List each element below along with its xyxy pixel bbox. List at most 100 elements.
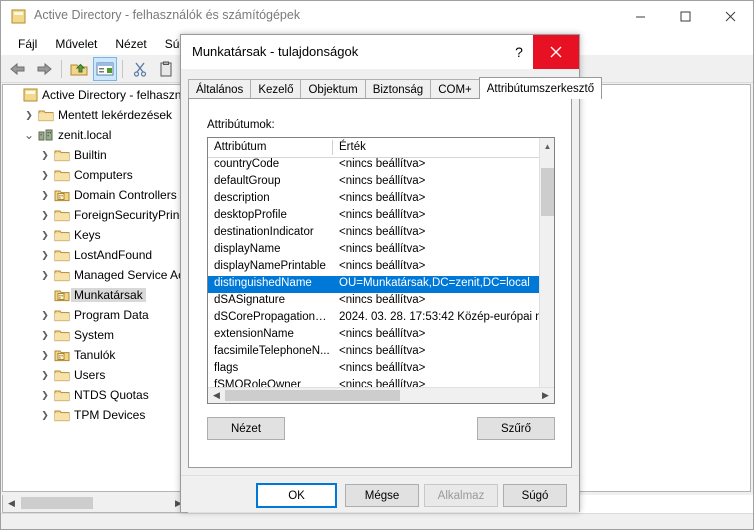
attributes-listview[interactable]: Attribútum Érték countryCode <nincs beáll… (207, 137, 555, 404)
maximize-button[interactable] (663, 1, 708, 32)
attribute-name-cell: flags (214, 362, 239, 374)
attribute-name-cell: destinationIndicator (214, 226, 314, 238)
chevron-right-icon[interactable]: ❯ (37, 367, 53, 383)
tree-item-domain-controllers[interactable]: ❯ Domain Controllers (3, 185, 187, 205)
tab-attrib-tumszerkeszt[interactable]: Attribútumszerkesztő (478, 77, 603, 99)
tree-item-tanul-k[interactable]: ❯ Tanulók (3, 345, 187, 365)
scroll-left-icon[interactable]: ◀ (3, 495, 20, 511)
dialog-close-button[interactable] (533, 35, 579, 69)
tree-item-foreignsecurityprinci[interactable]: ❯ ForeignSecurityPrinci (3, 205, 187, 225)
back-icon[interactable] (6, 57, 30, 81)
attribute-name-cell: dSCorePropagationD... (214, 311, 332, 323)
chevron-right-icon[interactable]: ❯ (37, 407, 53, 423)
tree-item-active-directory-felhaszn-l-k[interactable]: Active Directory - felhasználók (3, 85, 187, 105)
tab-com[interactable]: COM+ (430, 79, 480, 99)
chevron-right-icon[interactable]: ❯ (37, 167, 53, 183)
column-divider[interactable] (332, 140, 333, 155)
attribute-value-cell: 2024. 03. 28. 17:53:42 Közép-európai nyá… (339, 311, 539, 323)
tab-objektum[interactable]: Objektum (300, 79, 366, 99)
view-button[interactable]: Nézet (207, 417, 285, 440)
attribute-name-cell: defaultGroup (214, 175, 281, 187)
table-row[interactable]: dSCorePropagationD... 2024. 03. 28. 17:53… (208, 310, 539, 327)
tab-biztons-g[interactable]: Biztonság (364, 79, 432, 99)
tree-item-program-data[interactable]: ❯ Program Data (3, 305, 187, 325)
menu-item-view[interactable]: Nézet (106, 34, 155, 54)
tree-item-label: Computers (74, 168, 133, 182)
tree-item-label: TPM Devices (74, 408, 146, 422)
paste-icon[interactable] (154, 57, 178, 81)
ok-button[interactable]: OK (256, 483, 337, 508)
cut-icon[interactable] (128, 57, 152, 81)
tree-item-keys[interactable]: ❯ Keys (3, 225, 187, 245)
table-row[interactable]: fSMORoleOwner <nincs beállítva> (208, 378, 539, 387)
listview-rows[interactable]: countryCode <nincs beállítva> defaultGroup… (208, 157, 539, 387)
tree-item-mentett-lek-rdez-sek[interactable]: ❯ Mentett lekérdezések (3, 105, 187, 125)
listview-scroll-thumb[interactable] (225, 390, 400, 401)
chevron-right-icon[interactable]: ❯ (37, 247, 53, 263)
table-row[interactable]: desktopProfile <nincs beállítva> (208, 208, 539, 225)
tree-item-ntds-quotas[interactable]: ❯ NTDS Quotas (3, 385, 187, 405)
tree-item-system[interactable]: ❯ System (3, 325, 187, 345)
filter-button[interactable]: Szűrő (477, 417, 555, 440)
tree-horizontal-scrollbar[interactable]: ◀ ▶ (2, 495, 188, 513)
chevron-right-icon[interactable]: ❯ (37, 307, 53, 323)
menu-item-action[interactable]: Művelet (46, 34, 106, 54)
tree-item-lostandfound[interactable]: ❯ LostAndFound (3, 245, 187, 265)
ou-folder-icon (53, 347, 71, 363)
attribute-value-cell: <nincs beállítva> (339, 226, 426, 238)
tree-item-zenit-local[interactable]: ⌄ zenit.local (3, 125, 187, 145)
tab-ltal-nos[interactable]: Általános (188, 79, 252, 99)
table-row[interactable]: destinationIndicator <nincs beállítva> (208, 225, 539, 242)
column-header-attribute[interactable]: Attribútum (214, 141, 266, 153)
scroll-right-icon[interactable]: ▶ (537, 388, 554, 403)
table-row[interactable]: displayName <nincs beállítva> (208, 242, 539, 259)
forward-icon[interactable] (32, 57, 56, 81)
table-row[interactable]: countryCode <nincs beállítva> (208, 157, 539, 174)
table-row[interactable]: extensionName <nincs beállítva> (208, 327, 539, 344)
listview-horizontal-scrollbar[interactable]: ◀ ▶ (208, 387, 554, 403)
table-row[interactable]: displayNamePrintable <nincs beállítva> (208, 259, 539, 276)
chevron-right-icon[interactable]: ❯ (37, 267, 53, 283)
tab-kezel[interactable]: Kezelő (250, 79, 302, 99)
chevron-right-icon[interactable]: ❯ (37, 147, 53, 163)
scroll-left-icon[interactable]: ◀ (208, 388, 225, 403)
tree-item-computers[interactable]: ❯ Computers (3, 165, 187, 185)
console-tree-pane[interactable]: Active Directory - felhasználók ❯ Mentett … (2, 84, 188, 492)
show-hide-console-tree-icon[interactable] (93, 56, 117, 81)
table-row[interactable]: distinguishedName OU=Munkatársak,DC=zenit… (208, 276, 539, 293)
scroll-up-icon[interactable]: ▲ (540, 138, 554, 155)
help-icon[interactable]: ? (505, 35, 533, 69)
listview-vertical-scrollbar[interactable]: ▲ ▼ (539, 138, 554, 403)
menu-item-file[interactable]: Fájl (9, 34, 46, 54)
minimize-button[interactable] (618, 1, 663, 32)
chevron-right-icon[interactable]: ❯ (37, 347, 53, 363)
chevron-right-icon[interactable]: ❯ (37, 187, 53, 203)
table-row[interactable]: defaultGroup <nincs beállítva> (208, 174, 539, 191)
chevron-down-icon[interactable]: ⌄ (21, 127, 37, 143)
attribute-name-cell: fSMORoleOwner (214, 379, 301, 387)
tree-item-builtin[interactable]: ❯ Builtin (3, 145, 187, 165)
tree-item-label: ForeignSecurityPrinci (74, 208, 188, 222)
chevron-right-icon[interactable]: ❯ (21, 107, 37, 123)
chevron-right-icon[interactable]: ❯ (37, 207, 53, 223)
tree-scroll-thumb[interactable] (21, 497, 93, 509)
apply-button: Alkalmaz (424, 484, 498, 507)
cancel-button[interactable]: Mégse (345, 484, 419, 507)
folder-icon (53, 327, 71, 343)
table-row[interactable]: dSASignature <nincs beállítva> (208, 293, 539, 310)
column-header-value[interactable]: Érték (339, 141, 366, 153)
tree-item-tpm-devices[interactable]: ❯ TPM Devices (3, 405, 187, 425)
help-button[interactable]: Súgó (503, 484, 567, 507)
close-button[interactable] (708, 1, 753, 32)
table-row[interactable]: flags <nincs beállítva> (208, 361, 539, 378)
chevron-right-icon[interactable]: ❯ (37, 327, 53, 343)
up-folder-icon[interactable] (67, 57, 91, 81)
tree-item-managed-service-acc[interactable]: ❯ Managed Service Acc (3, 265, 187, 285)
table-row[interactable]: facsimileTelephoneN... <nincs beállítva> (208, 344, 539, 361)
vertical-scroll-thumb[interactable] (541, 168, 554, 216)
chevron-right-icon[interactable]: ❯ (37, 387, 53, 403)
tree-item-munkat-rsak[interactable]: Munkatársak (3, 285, 187, 305)
table-row[interactable]: description <nincs beállítva> (208, 191, 539, 208)
tree-item-users[interactable]: ❯ Users (3, 365, 187, 385)
chevron-right-icon[interactable]: ❯ (37, 227, 53, 243)
